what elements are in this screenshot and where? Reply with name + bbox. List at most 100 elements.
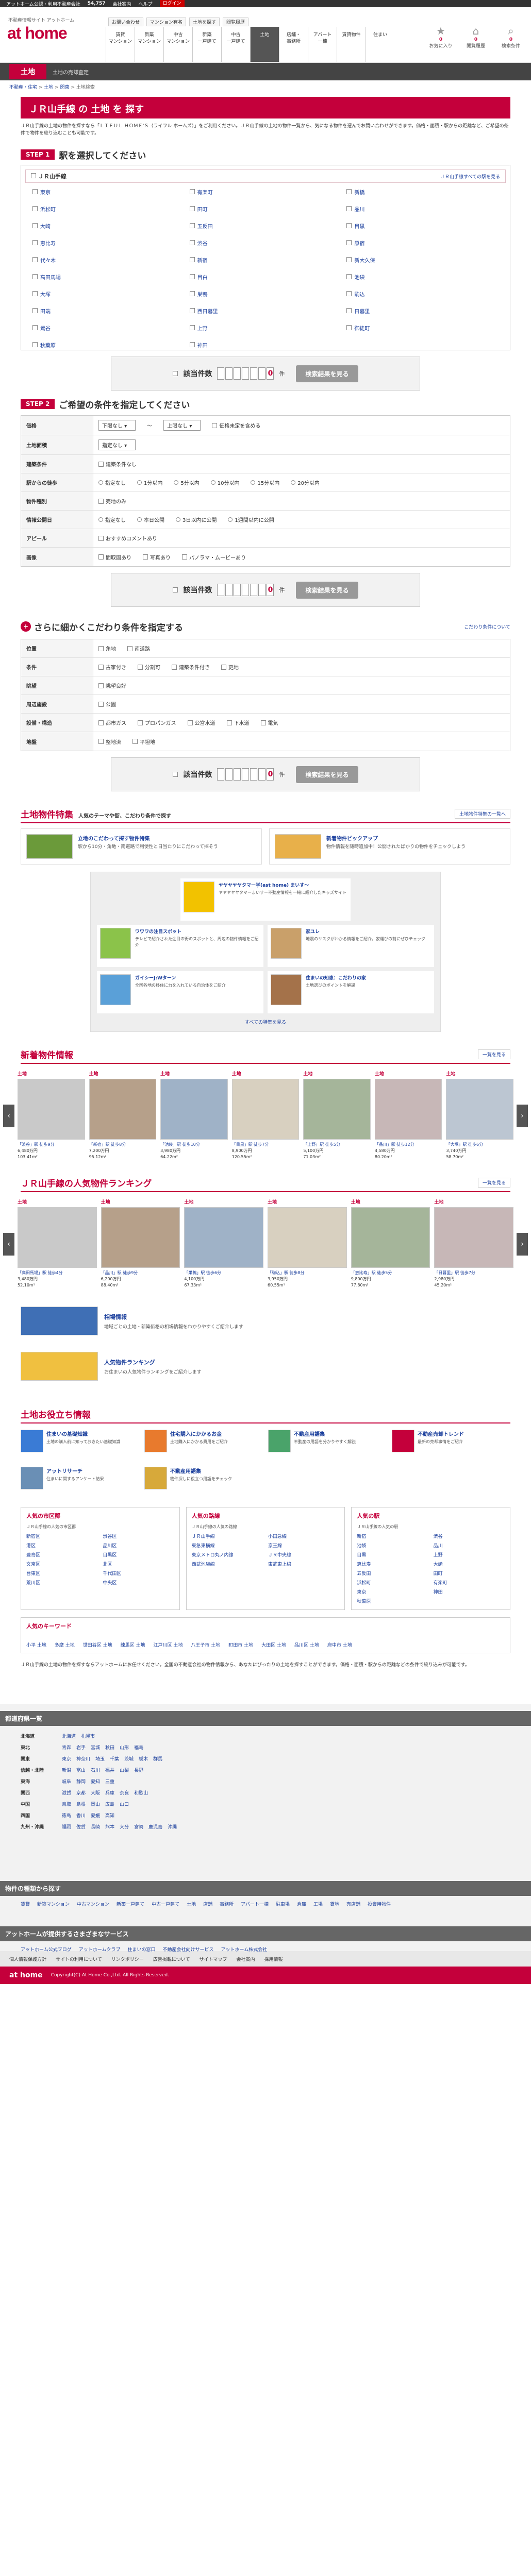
property-card[interactable]: 土地 「高田馬場」駅 徒歩4分 3,480万円 52.10m²: [18, 1199, 97, 1289]
popular-link[interactable]: 田町: [434, 1570, 505, 1577]
popular-link[interactable]: 西武池袋線: [192, 1561, 263, 1567]
feature-card[interactable]: 新着物件ピックアップ 物件情報を随時追加中！公開されたばかりの物件をチェックしよう: [269, 828, 510, 865]
condition-option[interactable]: プロパンガス: [138, 719, 176, 726]
search-results-button[interactable]: 検索結果を見る: [296, 581, 358, 599]
keyword-link[interactable]: 世田谷区 土地: [83, 1641, 112, 1648]
condition-option[interactable]: 15分以内: [251, 479, 279, 486]
topbar-login[interactable]: ログイン: [159, 0, 185, 7]
station-option[interactable]: 田町: [189, 203, 342, 214]
popular-link[interactable]: ＪＲ中央線: [268, 1551, 339, 1558]
feature-box-item[interactable]: ガイシーJ:Wターン 全国各地の移住に力を入れている自治体をご紹介: [97, 971, 263, 1013]
condition-option[interactable]: 3日以内に公開: [176, 516, 217, 523]
station-option[interactable]: 御徒町: [346, 322, 499, 333]
keyword-link[interactable]: 府中市 土地: [327, 1641, 352, 1648]
station-option[interactable]: 原宿: [346, 237, 499, 248]
nav-item[interactable]: 住まい: [366, 27, 394, 62]
prefecture-link[interactable]: 鳥取: [62, 1799, 71, 1810]
station-option[interactable]: 高田馬場: [32, 271, 185, 282]
station-checkbox[interactable]: [32, 308, 38, 313]
popular-link[interactable]: 東京: [357, 1588, 428, 1595]
footer-link[interactable]: サイトマップ: [200, 1956, 227, 1962]
type-link[interactable]: 倉庫: [297, 1901, 306, 1908]
prefecture-link[interactable]: 福井: [105, 1765, 114, 1776]
useful-item[interactable]: 不動産用語集 不動産の用語を分かりやすく解説: [268, 1430, 387, 1462]
prefecture-link[interactable]: 長崎: [91, 1822, 100, 1833]
station-checkbox[interactable]: [189, 325, 195, 330]
select-box[interactable]: 上限なし ▾: [163, 420, 201, 431]
prefecture-link[interactable]: 北海道: [62, 1731, 76, 1742]
prefecture-link[interactable]: 千葉: [110, 1754, 119, 1765]
prefecture-link[interactable]: 栃木: [139, 1754, 148, 1765]
prefecture-link[interactable]: 茨城: [124, 1754, 134, 1765]
prefecture-link[interactable]: 岐阜: [62, 1776, 71, 1788]
type-link[interactable]: 土地: [187, 1901, 196, 1908]
property-card[interactable]: 土地 「日暮里」駅 徒歩7分 2,980万円 45.20m²: [434, 1199, 514, 1289]
popular-link[interactable]: 京王線: [268, 1542, 339, 1549]
property-card[interactable]: 土地 「品川」駅 徒歩12分 4,580万円 80.20m²: [374, 1071, 442, 1160]
station-option[interactable]: 田端: [32, 305, 185, 316]
prefecture-link[interactable]: 三重: [105, 1776, 114, 1788]
prefecture-link[interactable]: 愛媛: [91, 1810, 100, 1822]
popular-link[interactable]: 目黒: [357, 1551, 428, 1558]
feature-box-item[interactable]: 住まいの知恵：こだわりの家 土地選びのポイントを解説: [268, 971, 434, 1013]
station-checkbox[interactable]: [189, 342, 195, 347]
prefecture-link[interactable]: 愛知: [91, 1776, 100, 1788]
checkbox[interactable]: [98, 646, 104, 651]
checkbox[interactable]: [260, 720, 266, 725]
radio[interactable]: [228, 517, 233, 522]
checkbox[interactable]: [98, 554, 104, 560]
prefecture-link[interactable]: 山形: [120, 1742, 129, 1754]
topbar-link1[interactable]: 会社案内: [112, 1, 131, 7]
popular-link[interactable]: 上野: [434, 1551, 505, 1558]
station-checkbox[interactable]: [189, 189, 195, 194]
next-arrow-icon[interactable]: ›: [517, 1104, 528, 1127]
property-card[interactable]: 土地 「大塚」駅 徒歩6分 3,740万円 58.70m²: [446, 1071, 514, 1160]
property-card[interactable]: 土地 「目黒」駅 徒歩7分 8,900万円 120.55m²: [231, 1071, 300, 1160]
feature-box-item[interactable]: ヤヤヤヤヤタマー学(ast home) まいす〜 ヤヤヤヤヤタマーまいすー不動産情…: [180, 878, 351, 921]
type-link[interactable]: 工場: [313, 1901, 323, 1908]
condition-option[interactable]: 価格未定を含める: [212, 421, 260, 429]
prefecture-link[interactable]: 徳島: [62, 1810, 71, 1822]
station-checkbox[interactable]: [32, 325, 38, 330]
condition-option[interactable]: 売地のみ: [98, 497, 126, 505]
prefecture-link[interactable]: 東京: [62, 1754, 71, 1765]
crumb-link[interactable]: 不動産・住宅: [9, 85, 37, 90]
checkbox[interactable]: [138, 720, 143, 725]
popular-link[interactable]: 港区: [26, 1542, 97, 1549]
station-option[interactable]: 新橋: [346, 186, 499, 197]
station-checkbox[interactable]: [346, 240, 352, 245]
condition-option[interactable]: 指定なし: [98, 516, 126, 523]
condition-option[interactable]: 5分以内: [174, 479, 200, 486]
station-checkbox[interactable]: [32, 240, 38, 245]
meta-link[interactable]: マンション有名: [146, 18, 187, 26]
condition-option[interactable]: 整地済: [98, 738, 121, 745]
prefecture-link[interactable]: 熊本: [105, 1822, 114, 1833]
popular-link[interactable]: 品川区: [103, 1542, 174, 1549]
station-option[interactable]: 五反田: [189, 220, 342, 231]
prefecture-link[interactable]: 富山: [76, 1765, 86, 1776]
feature-list-link[interactable]: 土地物件特集の一覧へ: [454, 808, 510, 819]
checkbox[interactable]: [98, 664, 104, 670]
crumb-link[interactable]: 土地: [44, 85, 53, 90]
station-checkbox[interactable]: [32, 291, 38, 296]
station-option[interactable]: 品川: [346, 203, 499, 214]
station-checkbox[interactable]: [32, 189, 38, 194]
prefecture-link[interactable]: 秋田: [105, 1742, 114, 1754]
prefecture-link[interactable]: 長野: [134, 1765, 143, 1776]
footer-link[interactable]: リンクポリシー: [111, 1956, 144, 1962]
condition-option[interactable]: 古家付き: [98, 663, 126, 671]
popular-link[interactable]: 東武東上線: [268, 1561, 339, 1567]
popular-link[interactable]: 浜松町: [357, 1579, 428, 1586]
type-link[interactable]: アパート一棟: [241, 1901, 269, 1908]
condition-option[interactable]: 公園: [98, 700, 116, 708]
nav-item[interactable]: 賃貸物件: [337, 27, 366, 62]
feature-card[interactable]: 立地のこだわって探す物件特集 駅から10分・角地・南道路で利便性と日当たりにこだわ…: [21, 828, 262, 865]
condition-option[interactable]: おすすめコメントあり: [98, 534, 157, 542]
popular-link[interactable]: 池袋: [357, 1542, 428, 1549]
checkbox[interactable]: [98, 739, 104, 744]
station-checkbox[interactable]: [32, 342, 38, 347]
station-option[interactable]: 有楽町: [189, 186, 342, 197]
radio[interactable]: [176, 517, 180, 522]
property-card[interactable]: 土地 「巣鴨」駅 徒歩6分 4,100万円 67.33m²: [184, 1199, 264, 1289]
checkbox[interactable]: [98, 683, 104, 688]
